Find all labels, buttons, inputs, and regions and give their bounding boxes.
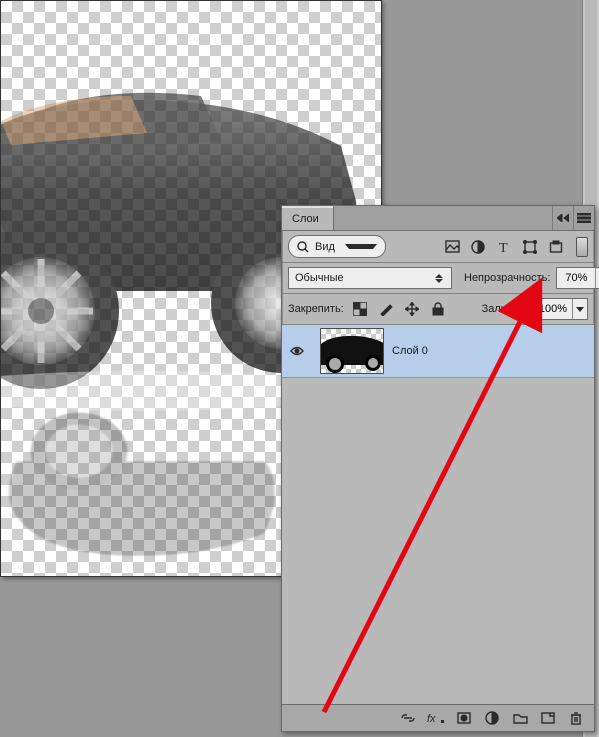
chevron-down-icon	[576, 307, 584, 312]
filter-shape-button[interactable]	[520, 237, 540, 257]
smart-object-icon	[549, 240, 563, 254]
lock-image-button[interactable]	[376, 299, 396, 319]
image-icon	[445, 240, 460, 253]
opacity-value-field[interactable]	[557, 268, 595, 288]
group-button[interactable]	[510, 708, 530, 728]
filter-type-select[interactable]: Вид	[288, 235, 386, 258]
layers-panel: Слои Вид T	[281, 205, 595, 732]
filter-adjust-button[interactable]	[468, 237, 488, 257]
brush-icon	[379, 302, 393, 316]
link-layers-button[interactable]	[398, 708, 418, 728]
blend-opacity-row: Обычные Непрозрачность:	[282, 263, 594, 294]
shape-icon	[523, 240, 537, 254]
fx-icon: fx	[427, 712, 445, 724]
svg-text:T: T	[499, 241, 508, 254]
link-icon	[400, 713, 416, 723]
lock-position-button[interactable]	[402, 299, 422, 319]
lock-fill-row: Закрепить: Заливка:	[282, 294, 594, 325]
search-icon	[297, 241, 309, 253]
fill-input[interactable]	[533, 298, 588, 320]
panel-footer: fx	[282, 704, 594, 731]
fx-button[interactable]: fx	[426, 708, 446, 728]
eye-icon	[290, 346, 304, 356]
mask-button[interactable]	[454, 708, 474, 728]
new-layer-icon	[541, 712, 555, 724]
lock-pixels-button[interactable]	[350, 299, 370, 319]
titlebar-spacer	[334, 206, 552, 230]
fill-label: Заливка:	[482, 303, 527, 315]
blend-mode-select[interactable]: Обычные	[288, 267, 452, 289]
checker-icon	[353, 302, 367, 316]
layer-thumbnail[interactable]	[320, 328, 384, 374]
collapse-icon	[557, 214, 569, 222]
lock-icon	[432, 302, 444, 316]
blend-mode-value: Обычные	[295, 272, 344, 284]
opacity-label: Непрозрачность:	[464, 272, 550, 284]
visibility-toggle[interactable]	[282, 346, 312, 356]
lock-all-button[interactable]	[428, 299, 448, 319]
chevron-down-icon	[345, 244, 377, 249]
filter-pixel-button[interactable]	[442, 237, 462, 257]
fill-dropdown[interactable]	[572, 299, 587, 319]
type-icon: T	[497, 240, 511, 254]
delete-layer-button[interactable]	[566, 708, 586, 728]
filter-row: Вид T	[282, 231, 594, 263]
updown-icon	[433, 274, 445, 283]
panel-collapse-button[interactable]	[552, 206, 573, 230]
opacity-dropdown[interactable]	[595, 268, 599, 288]
panel-tab-layers[interactable]: Слои	[282, 206, 334, 230]
filter-type-button[interactable]: T	[494, 237, 514, 257]
fill-value-field[interactable]	[534, 299, 572, 319]
layer-list[interactable]: Слой 0	[282, 325, 594, 704]
lock-label: Закрепить:	[288, 303, 344, 315]
filter-smart-button[interactable]	[546, 237, 566, 257]
filter-toggle[interactable]	[576, 237, 588, 257]
filter-type-label: Вид	[315, 241, 339, 253]
new-layer-button[interactable]	[538, 708, 558, 728]
opacity-input[interactable]	[556, 267, 599, 289]
mask-icon	[457, 712, 471, 724]
panel-menu-button[interactable]	[573, 206, 594, 230]
svg-text:fx: fx	[427, 713, 436, 724]
thumbnail-car	[320, 331, 384, 374]
trash-icon	[570, 711, 582, 725]
panel-title-text: Слои	[292, 213, 319, 225]
folder-icon	[513, 712, 528, 724]
adjustment-layer-button[interactable]	[482, 708, 502, 728]
move-icon	[405, 302, 419, 316]
adjustment-layer-icon	[485, 711, 499, 725]
menu-icon	[577, 213, 591, 223]
layer-item[interactable]: Слой 0	[282, 325, 594, 378]
panel-titlebar[interactable]: Слои	[282, 206, 594, 231]
adjustments-icon	[471, 240, 485, 254]
layer-name-label[interactable]: Слой 0	[392, 345, 594, 357]
